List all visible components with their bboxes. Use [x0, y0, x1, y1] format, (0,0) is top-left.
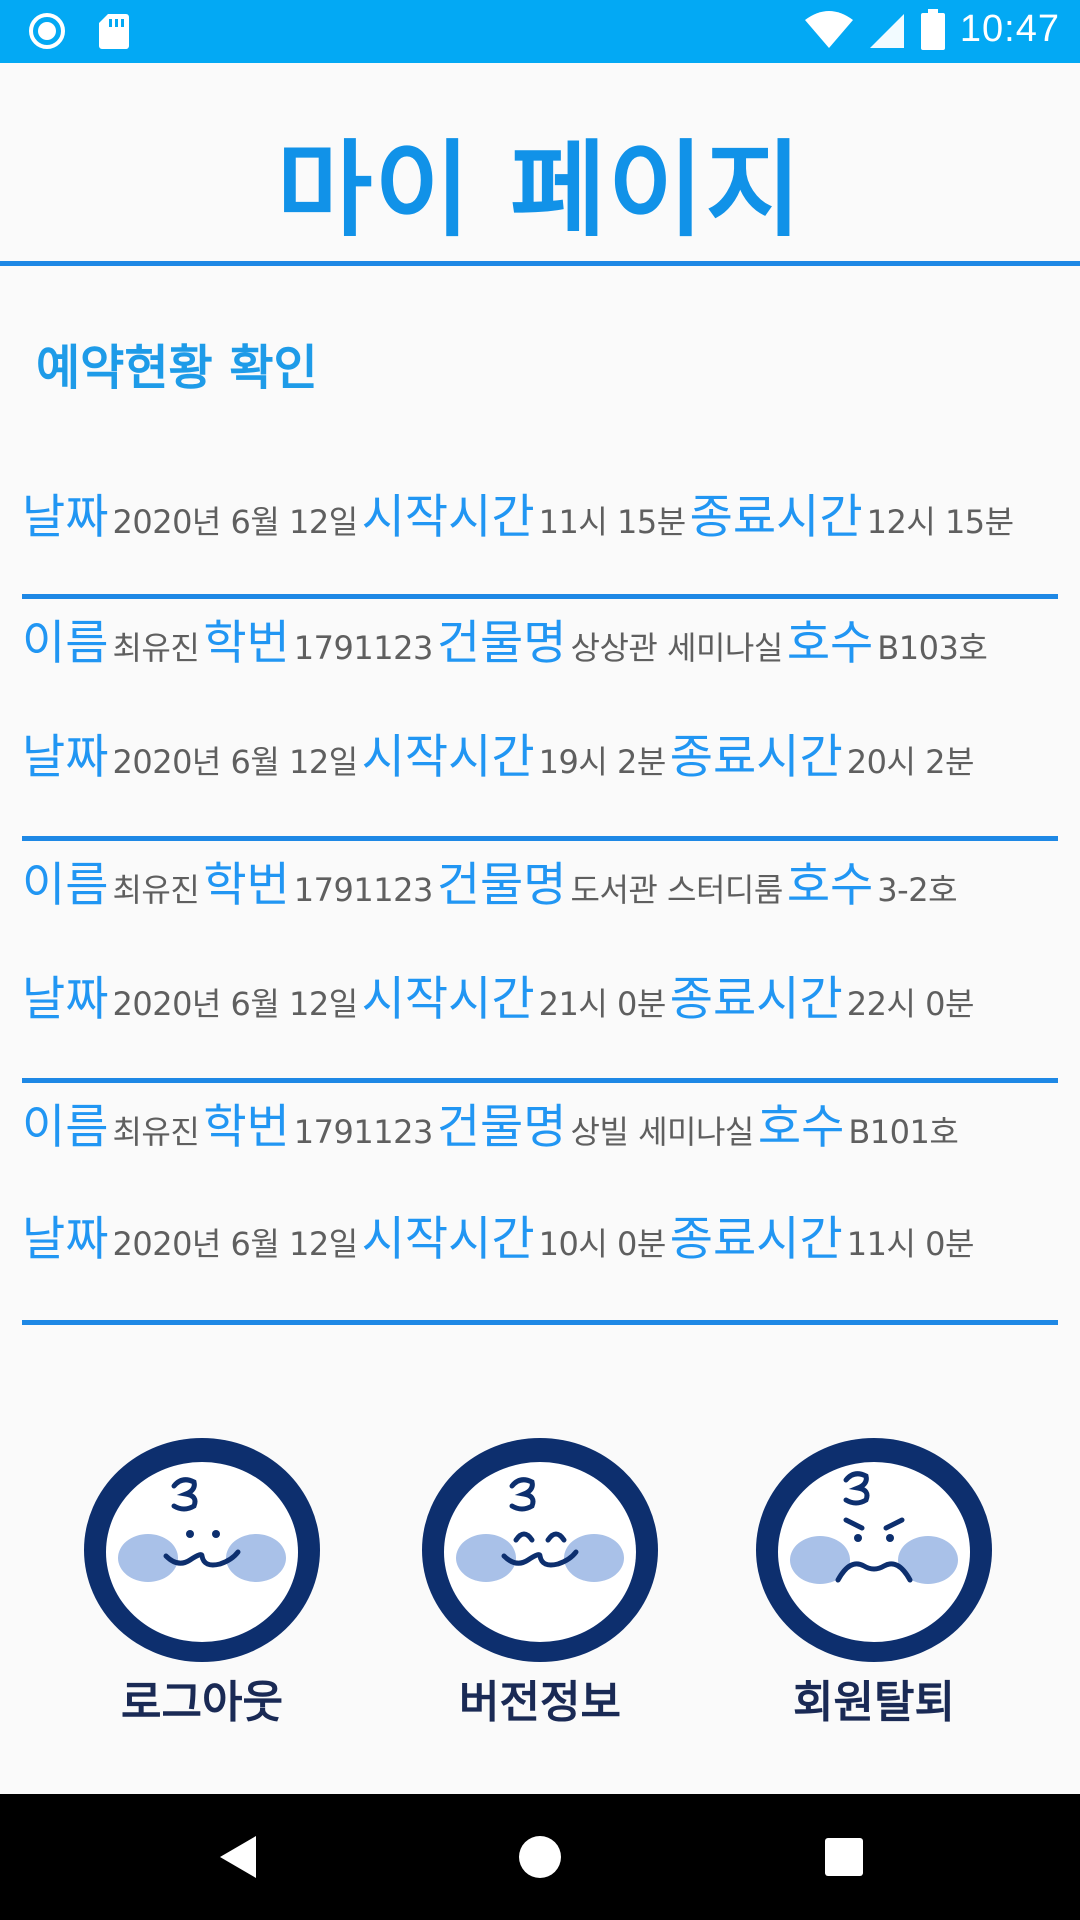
end-time-value: 11시 0분: [846, 1225, 975, 1263]
schedule-row-2: 날짜 2020년 6월 12일 시작시간 19시 2분 종료시간 20시 2분: [22, 718, 978, 787]
end-time-label: 종료시간: [669, 1212, 843, 1267]
sd-card-icon: [99, 14, 129, 49]
logout-label: 로그아웃: [121, 1677, 283, 1728]
title-divider: [0, 261, 1080, 266]
status-right: 10:47: [804, 8, 1060, 51]
signal-icon: [869, 13, 904, 48]
building-value: 도서관 스터디룸: [570, 871, 784, 909]
version-info-button[interactable]: 버전정보: [410, 1428, 670, 1728]
start-time-value: 10시 0분: [538, 1225, 667, 1263]
date-label: 날짜: [22, 490, 109, 545]
start-time-label: 시작시간: [361, 490, 535, 545]
student-id-label: 학번: [203, 616, 290, 671]
info-row-1: 이름 최유진 학번 1791123 건물명 상상관 세미나실 호수 B103호: [22, 604, 991, 673]
home-button[interactable]: [507, 1824, 573, 1890]
withdraw-button[interactable]: 회원탈퇴: [744, 1428, 1004, 1728]
date-label: 날짜: [22, 730, 109, 785]
start-time-value: 11시 15분: [538, 503, 687, 541]
date-value: 2020년 6월 12일: [112, 503, 358, 541]
student-id-label: 학번: [203, 1100, 290, 1155]
name-label: 이름: [22, 616, 109, 671]
clock: 10:47: [959, 8, 1060, 50]
name-value: 최유진: [112, 629, 200, 667]
student-id-value: 1791123: [293, 629, 434, 667]
room-value: B101호: [848, 1113, 959, 1151]
name-value: 최유진: [112, 871, 200, 909]
back-icon: [220, 1836, 256, 1878]
date-label: 날짜: [22, 972, 109, 1027]
info-row-3: 이름 최유진 학번 1791123 건물명 상빌 세미나실 호수 B101호: [22, 1088, 962, 1157]
date-value: 2020년 6월 12일: [112, 743, 358, 781]
end-time-value: 22시 0분: [846, 985, 975, 1023]
room-label: 호수: [786, 858, 874, 913]
start-time-label: 시작시간: [361, 972, 535, 1027]
start-time-value: 21시 0분: [538, 985, 667, 1023]
sad-face-icon: [756, 1438, 992, 1662]
building-label: 건물명: [436, 858, 567, 913]
building-label: 건물명: [436, 1100, 567, 1155]
page-title: 마이 페이지: [276, 129, 804, 251]
room-value: B103호: [877, 629, 988, 667]
end-time-label: 종료시간: [669, 730, 843, 785]
recents-button[interactable]: [811, 1824, 877, 1890]
student-id-label: 학번: [203, 858, 290, 913]
info-row-2: 이름 최유진 학번 1791123 건물명 도서관 스터디룸 호수 3-2호: [22, 846, 961, 915]
recents-icon: [825, 1838, 863, 1876]
date-value: 2020년 6월 12일: [112, 985, 358, 1023]
happy-face-icon: [422, 1438, 658, 1662]
student-id-value: 1791123: [293, 1113, 434, 1151]
end-time-label: 종료시간: [689, 490, 863, 545]
back-button[interactable]: [204, 1824, 270, 1890]
end-time-value: 20시 2분: [846, 743, 975, 781]
room-value: 3-2호: [877, 871, 958, 909]
room-label: 호수: [757, 1100, 845, 1155]
schedule-row-1: 날짜 2020년 6월 12일 시작시간 11시 15분 종료시간 12시 15…: [22, 478, 1018, 547]
building-value: 상상관 세미나실: [570, 629, 784, 667]
row-divider: [22, 1078, 1058, 1083]
version-info-label: 버전정보: [459, 1677, 621, 1728]
date-value: 2020년 6월 12일: [112, 1225, 358, 1263]
name-value: 최유진: [112, 1113, 200, 1151]
logout-button[interactable]: 로그아웃: [72, 1428, 332, 1728]
name-label: 이름: [22, 858, 109, 913]
home-icon: [519, 1836, 561, 1878]
row-divider: [22, 594, 1058, 599]
building-value: 상빌 세미나실: [570, 1113, 755, 1151]
withdraw-label: 회원탈퇴: [793, 1677, 955, 1728]
section-title: 예약현황 확인: [36, 340, 318, 396]
row-divider: [22, 836, 1058, 841]
navigation-bar: [0, 1794, 1080, 1920]
date-label: 날짜: [22, 1212, 109, 1267]
room-label: 호수: [786, 616, 874, 671]
schedule-row-4: 날짜 2020년 6월 12일 시작시간 10시 0분 종료시간 11시 0분: [22, 1200, 978, 1269]
wifi-icon: [804, 10, 853, 48]
building-label: 건물명: [436, 616, 567, 671]
name-label: 이름: [22, 1100, 109, 1155]
start-time-label: 시작시간: [361, 1212, 535, 1267]
end-time-value: 12시 15분: [866, 503, 1015, 541]
schedule-row-3: 날짜 2020년 6월 12일 시작시간 21시 0분 종료시간 22시 0분: [22, 960, 978, 1029]
start-time-label: 시작시간: [361, 730, 535, 785]
start-time-value: 19시 2분: [538, 743, 667, 781]
end-time-label: 종료시간: [669, 972, 843, 1027]
student-id-value: 1791123: [293, 871, 434, 909]
battery-icon: [920, 8, 945, 50]
radio-button-icon: [29, 13, 65, 49]
row-divider: [22, 1320, 1058, 1325]
smiling-face-icon: [84, 1438, 320, 1662]
status-bar: 10:47: [0, 0, 1080, 63]
status-left: [28, 12, 130, 50]
